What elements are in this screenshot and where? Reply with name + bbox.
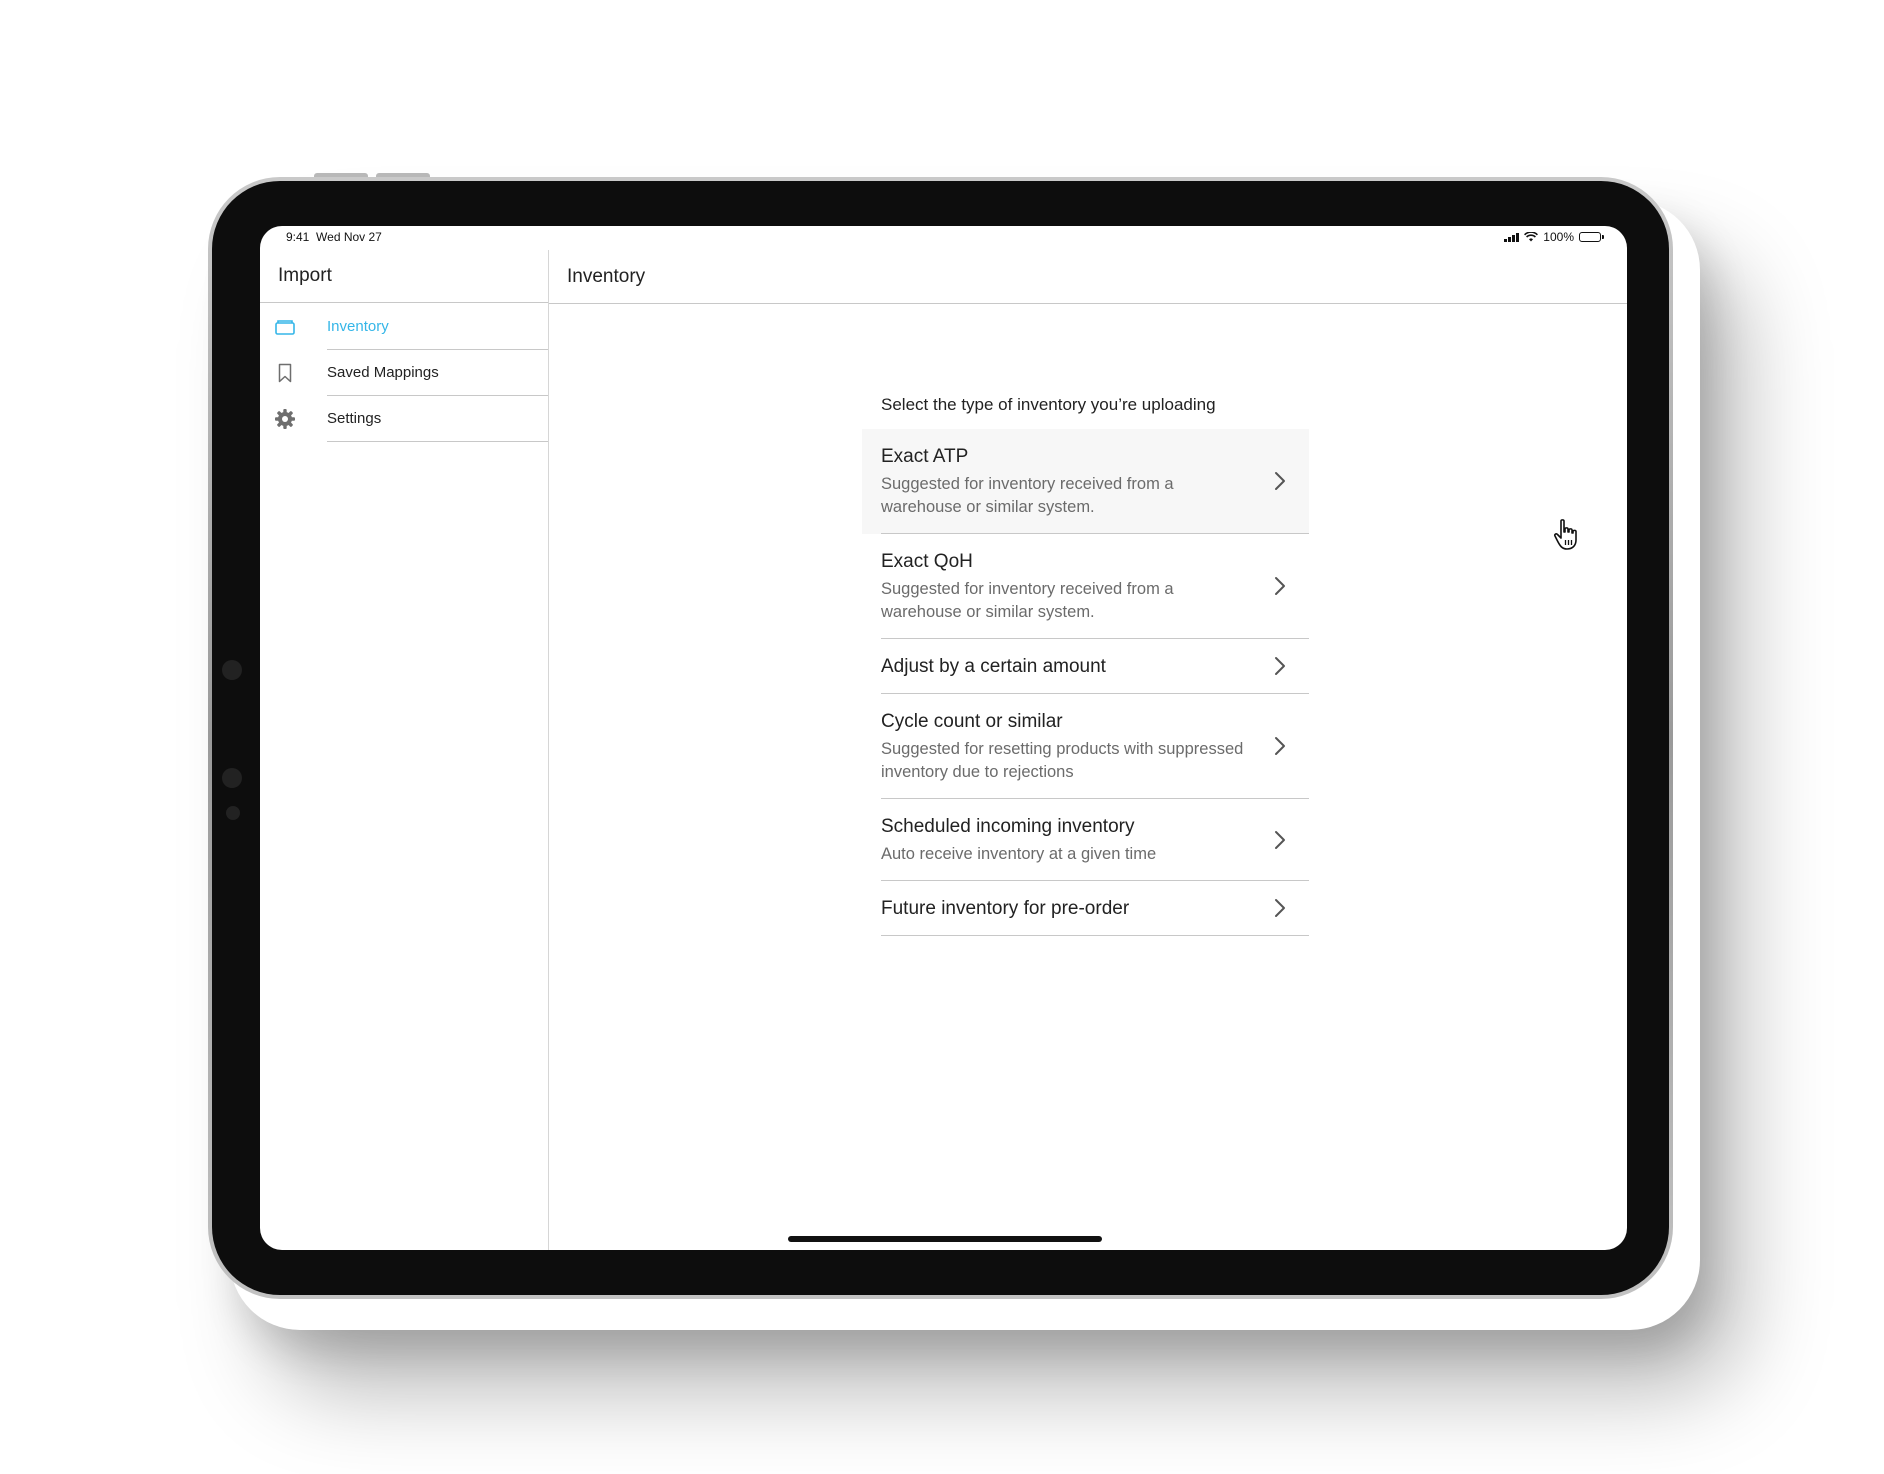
option-description: Suggested for resetting products with su…: [881, 740, 1244, 781]
chevron-right-icon: [1275, 577, 1285, 595]
side-sensor: [226, 806, 240, 820]
option-title: Exact ATP: [881, 446, 969, 467]
screen: 9:41 Wed Nov 27 100% Import Inventory Sa…: [260, 226, 1627, 1250]
bookmark-icon: [274, 362, 296, 384]
sidebar-item-label: Inventory: [327, 304, 548, 350]
side-sensor: [222, 768, 242, 788]
option-title: Scheduled incoming inventory: [881, 816, 1135, 837]
battery-percent: 100%: [1543, 230, 1574, 244]
status-clock: 9:41: [286, 230, 310, 244]
sidebar-item-label: Settings: [327, 396, 548, 442]
option-description: Suggested for inventory received from a …: [881, 475, 1174, 516]
option-description: Auto receive inventory at a given time: [881, 845, 1157, 863]
status-date: Wed Nov 27: [316, 230, 382, 244]
hand-pointer-cursor-icon: [1554, 519, 1577, 550]
list-prompt: Select the type of inventory you’re uplo…: [881, 395, 1216, 414]
chevron-right-icon: [1275, 830, 1285, 849]
sidebar-item-label: Saved Mappings: [327, 350, 548, 396]
option-title: Exact QoH: [881, 551, 973, 572]
status-indicators: 100%: [1504, 230, 1604, 244]
option-title: Adjust by a certain amount: [881, 656, 1106, 677]
wifi-icon: [1524, 232, 1539, 242]
sidebar-title: Import: [260, 250, 548, 303]
option-exact-atp[interactable]: Exact ATP Suggested for inventory receiv…: [862, 429, 1309, 534]
option-cycle-count[interactable]: Cycle count or similar Suggested for res…: [862, 694, 1309, 799]
sidebar-item-saved-mappings[interactable]: Saved Mappings: [260, 350, 548, 396]
battery-icon: [1579, 232, 1604, 242]
inventory-type-list: Select the type of inventory you’re uplo…: [862, 395, 1309, 936]
sidebar: Import Inventory Saved Mappings Settings: [260, 250, 549, 1250]
sidebar-item-settings[interactable]: Settings: [260, 396, 548, 442]
option-title: Cycle count or similar: [881, 711, 1063, 732]
home-indicator[interactable]: [788, 1236, 1102, 1242]
status-bar: 9:41 Wed Nov 27 100%: [260, 226, 1627, 250]
side-sensor: [222, 660, 242, 680]
option-adjust-amount[interactable]: Adjust by a certain amount: [862, 639, 1309, 694]
cellular-signal-icon: [1504, 232, 1520, 242]
option-exact-qoh[interactable]: Exact QoH Suggested for inventory receiv…: [862, 534, 1309, 639]
folder-icon: [274, 316, 296, 338]
option-future-preorder[interactable]: Future inventory for pre-order: [862, 881, 1309, 936]
page-title: Inventory: [549, 250, 1627, 304]
option-scheduled-incoming[interactable]: Scheduled incoming inventory Auto receiv…: [862, 799, 1309, 881]
status-time: 9:41 Wed Nov 27: [286, 230, 382, 244]
chevron-right-icon: [1275, 737, 1285, 755]
gear-icon: [274, 408, 296, 430]
sidebar-item-inventory[interactable]: Inventory: [260, 304, 548, 350]
option-description: Suggested for inventory received from a …: [881, 580, 1174, 621]
option-title: Future inventory for pre-order: [881, 898, 1130, 919]
chevron-right-icon: [1275, 657, 1285, 675]
chevron-right-icon: [1275, 472, 1285, 490]
chevron-right-icon: [1275, 899, 1285, 917]
main-panel: Inventory Select the type of inventory y…: [549, 250, 1627, 1250]
